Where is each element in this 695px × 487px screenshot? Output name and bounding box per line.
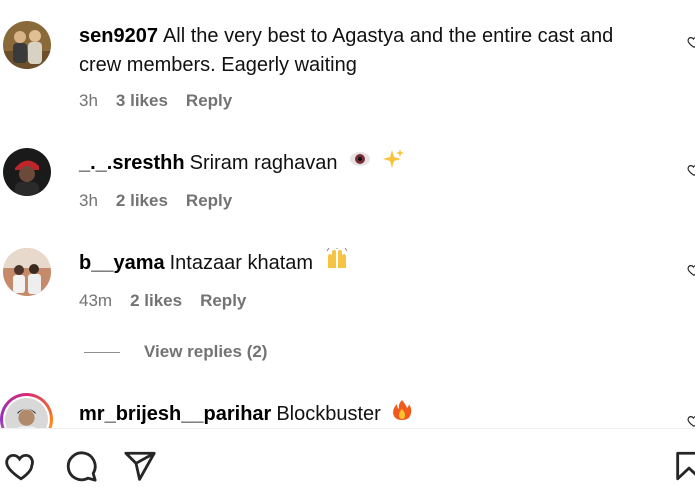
comment-username[interactable]: mr_brijesh__parihar [79,403,271,425]
comment-body: All the very best to Agastya and the ent… [79,25,614,76]
view-replies-label: View replies (2) [144,342,268,361]
avatar-story-ring[interactable] [0,393,53,428]
save-button[interactable] [672,449,695,483]
comment-likes[interactable]: 2 likes [130,291,182,311]
comment-time: 43m [79,291,113,310]
comment-likes[interactable]: 2 likes [116,191,168,211]
avatar-image [3,248,51,296]
raising-hands-emoji [325,247,349,279]
share-icon [124,451,156,481]
reply-button[interactable]: Reply [186,91,232,111]
comment-text-block: _._.sresthh Sriram raghavan [79,148,654,179]
like-comment-icon[interactable] [687,163,695,177]
view-replies-divider [84,351,120,353]
fire-emoji [392,399,412,428]
like-comment-icon[interactable] [687,414,695,428]
like-button[interactable] [4,449,38,483]
comment-text-block: sen9207 All the very best to Agastya and … [79,22,654,80]
share-button[interactable] [123,449,157,483]
comment-body: Blockbuster [276,402,381,425]
comment-username[interactable]: sen9207 [79,25,158,47]
comment-meta: 3h 2 likes Reply [79,191,232,211]
avatar[interactable] [3,248,51,296]
reply-button[interactable]: Reply [200,291,246,311]
save-icon [676,451,695,481]
like-icon [5,453,34,481]
avatar-image [5,398,48,428]
post-action-bar [0,428,695,487]
comment-meta: 3h 3 likes Reply [79,91,232,111]
like-comment-icon[interactable] [687,263,695,277]
comment-time: 3h [79,191,98,210]
comment-username[interactable]: b__yama [79,252,165,274]
avatar-image [3,21,51,69]
avatar [3,396,50,428]
comment-body: Sriram raghavan [189,151,338,174]
comments-panel: sen9207 All the very best to Agastya and … [0,0,695,487]
comment-username[interactable]: _._.sresthh [79,152,185,174]
comment-likes[interactable]: 3 likes [116,91,168,111]
comment-list: sen9207 All the very best to Agastya and … [0,0,695,428]
comment-body: Intazaar khatam [169,251,314,274]
avatar-image [3,148,51,196]
comment-icon [66,451,97,482]
comment-button[interactable] [64,449,98,483]
reply-button[interactable]: Reply [186,191,232,211]
like-comment-icon[interactable] [687,35,695,49]
avatar[interactable] [3,148,51,196]
eye-emoji [349,148,371,179]
comment-time: 3h [79,91,98,110]
sparkles-emoji [382,148,405,179]
comment-text-block: b__yama Intazaar khatam [79,247,654,279]
comment-text-block: mr_brijesh__parihar Blockbuster [79,399,654,428]
view-replies-button[interactable]: View replies (2) [84,342,267,362]
comment-meta: 43m 2 likes Reply [79,291,246,311]
avatar[interactable] [3,21,51,69]
